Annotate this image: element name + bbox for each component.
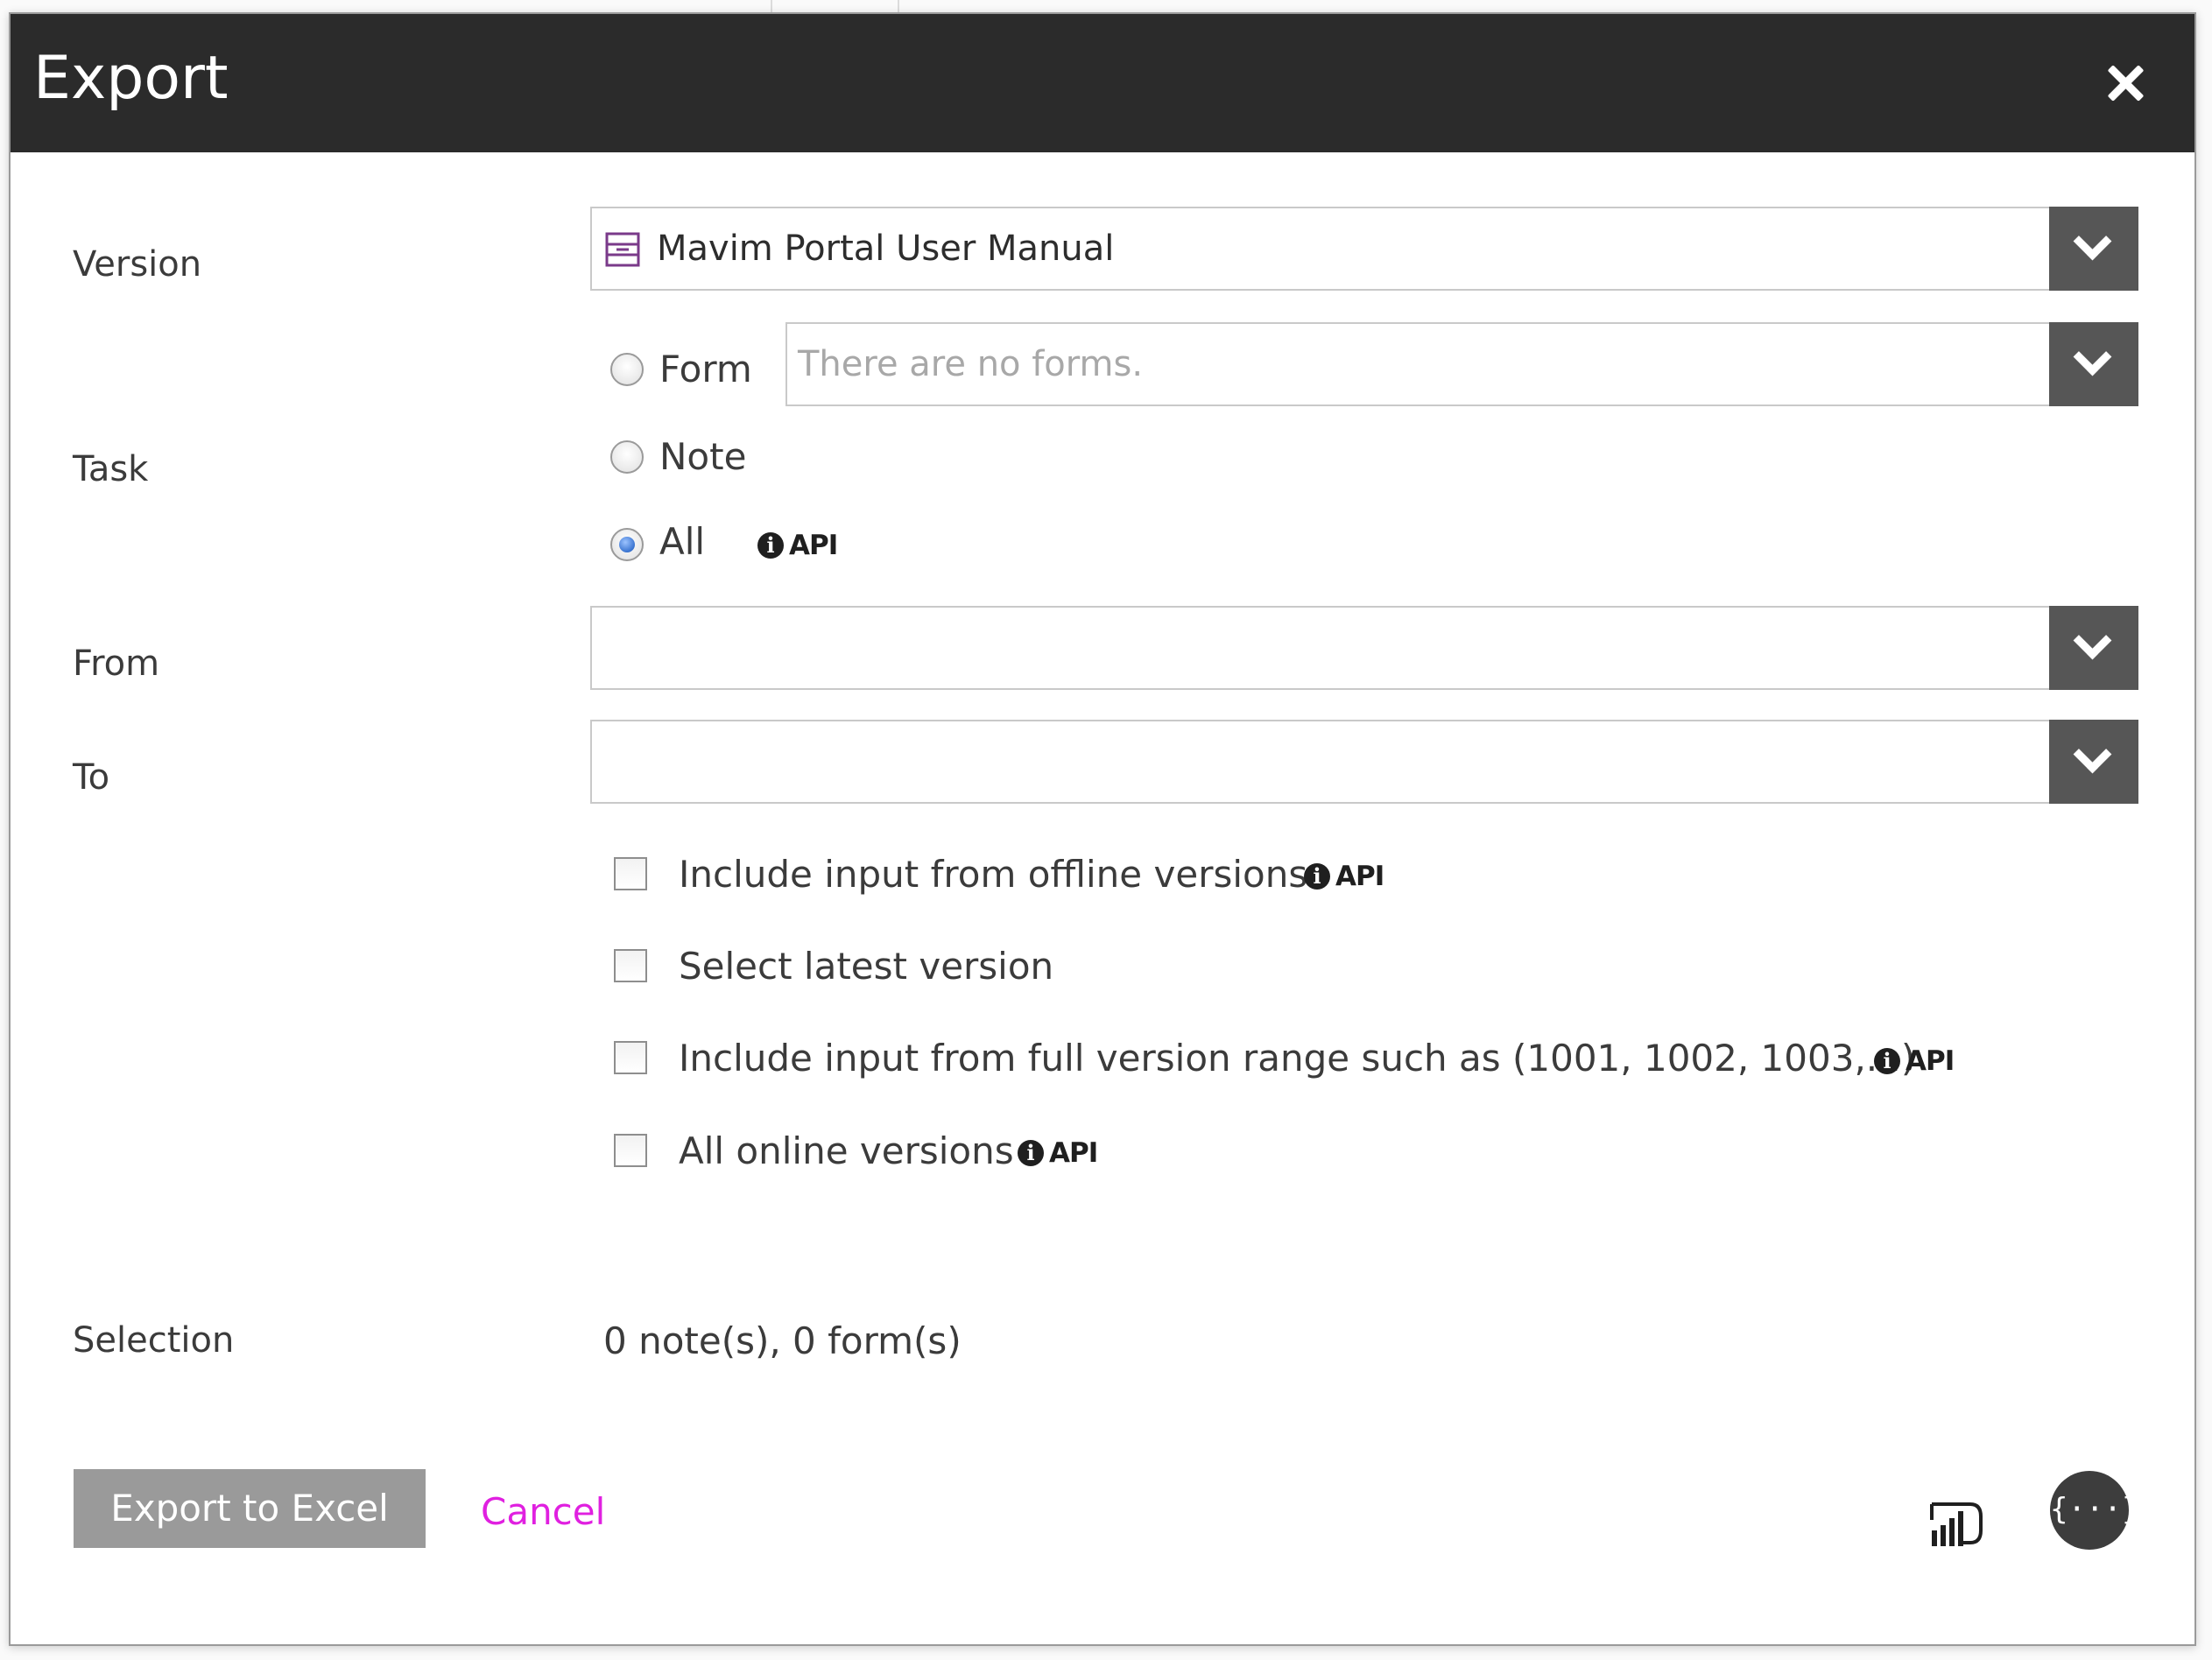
form-dropdown-chevron-down-icon[interactable] [2049, 322, 2138, 406]
form-radio-label: Form [659, 348, 752, 390]
full-version-range-checkbox[interactable] [614, 1041, 647, 1074]
export-dialog: Export Version Mavim Portal User Manual … [9, 12, 2196, 1646]
document-icon [605, 232, 640, 267]
form-dropdown[interactable]: There are no forms. [785, 322, 2138, 406]
from-dropdown-chevron-down-icon[interactable] [2049, 606, 2138, 690]
all-online-versions-label: All online versions [679, 1129, 1014, 1172]
all-radio[interactable] [610, 528, 644, 561]
dialog-titlebar: Export [11, 14, 2194, 152]
info-icon: i [1874, 1048, 1900, 1074]
info-icon: i [1018, 1140, 1044, 1166]
offline-versions-checkbox[interactable] [614, 857, 647, 890]
version-label: Version [73, 244, 202, 285]
background-gridline [898, 0, 899, 12]
full-version-range-label: Include input from full version range su… [679, 1037, 1916, 1080]
offline-versions-label: Include input from offline versions [679, 853, 1308, 896]
api-label: API [1335, 860, 1384, 892]
to-dropdown[interactable] [590, 720, 2138, 804]
all-radio-label: All [659, 520, 706, 563]
offline-versions-api-info[interactable]: i API [1304, 859, 1384, 894]
to-dropdown-chevron-down-icon[interactable] [2049, 720, 2138, 804]
all-online-versions-checkbox[interactable] [614, 1134, 647, 1167]
form-radio[interactable] [610, 353, 644, 386]
version-dropdown-chevron-down-icon[interactable] [2049, 207, 2138, 291]
dialog-title: Export [33, 44, 229, 113]
note-radio-label: Note [659, 435, 747, 478]
version-dropdown[interactable]: Mavim Portal User Manual [590, 207, 2138, 291]
all-online-versions-api-info[interactable]: i API [1018, 1136, 1098, 1171]
task-label: Task [73, 449, 149, 489]
api-label: API [1906, 1045, 1955, 1077]
note-radio[interactable] [610, 440, 644, 474]
background-gridline [771, 0, 772, 12]
json-braces-icon[interactable]: {···} [2050, 1471, 2139, 1550]
latest-version-label: Select latest version [679, 945, 1054, 988]
api-label: API [789, 529, 838, 561]
from-label: From [73, 644, 160, 684]
info-icon: i [757, 532, 784, 559]
selection-value: 0 note(s), 0 form(s) [603, 1319, 962, 1362]
version-value: Mavim Portal User Manual [657, 229, 1115, 269]
power-bi-icon[interactable] [1920, 1485, 1990, 1555]
selection-label: Selection [73, 1320, 235, 1361]
to-label: To [73, 757, 110, 798]
full-version-range-api-info[interactable]: i API [1874, 1044, 1955, 1079]
latest-version-checkbox[interactable] [614, 949, 647, 982]
cancel-link[interactable]: Cancel [481, 1494, 605, 1530]
info-icon: i [1304, 863, 1330, 890]
all-api-info[interactable]: i API [757, 528, 838, 563]
api-label: API [1049, 1136, 1098, 1169]
close-icon[interactable] [2103, 61, 2147, 105]
form-dropdown-placeholder: There are no forms. [798, 344, 1144, 384]
from-dropdown[interactable] [590, 606, 2138, 690]
export-to-excel-button[interactable]: Export to Excel [74, 1469, 426, 1548]
